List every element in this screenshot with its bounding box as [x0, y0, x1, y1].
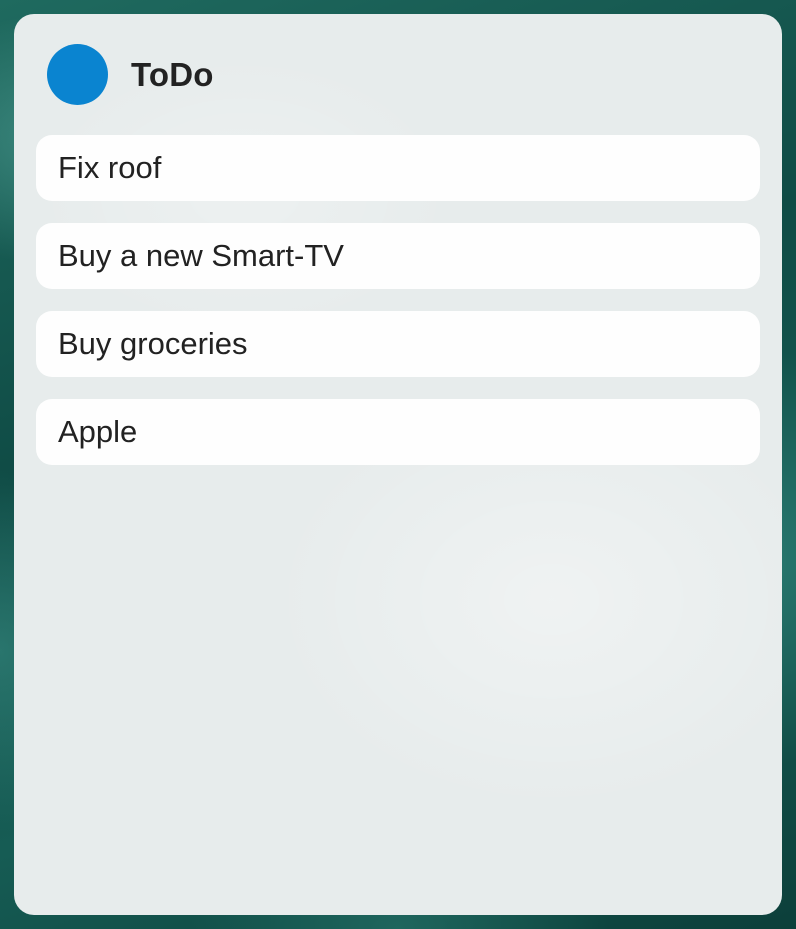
todo-list: Fix roof Buy a new Smart-TV Buy grocerie… [36, 135, 760, 487]
list-item[interactable]: Fix roof [36, 135, 760, 201]
list-item-label: Buy a new Smart-TV [58, 238, 344, 273]
todo-widget: ToDo Fix roof Buy a new Smart-TV Buy gro… [14, 14, 782, 915]
list-item[interactable]: Buy groceries [36, 311, 760, 377]
widget-title: ToDo [131, 55, 214, 93]
widget-header: ToDo [47, 44, 214, 105]
list-item[interactable]: Apple [36, 399, 760, 465]
list-item-label: Apple [58, 414, 138, 449]
list-item[interactable]: Buy a new Smart-TV [36, 223, 760, 289]
list-item-label: Fix roof [58, 150, 162, 185]
list-item-label: Buy groceries [58, 326, 248, 361]
list-color-dot-icon [47, 44, 108, 105]
